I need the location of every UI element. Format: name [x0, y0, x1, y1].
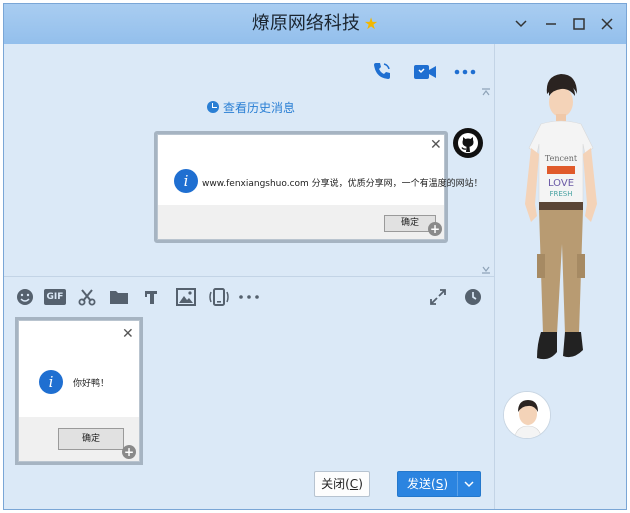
- close-button-label: 关闭(: [321, 477, 350, 491]
- history-link-text: 查看历史消息: [223, 100, 296, 115]
- avatar[interactable]: [453, 128, 483, 158]
- title-bar[interactable]: 燎原网络科技 ★: [4, 4, 626, 44]
- history-link[interactable]: 查看历史消息: [207, 99, 295, 115]
- contact-avatar[interactable]: [503, 391, 551, 439]
- character-figure: Tencent LOVE FRESH: [525, 74, 597, 360]
- close-button[interactable]: 关闭(C): [314, 471, 370, 497]
- minimize-button[interactable]: [542, 15, 560, 33]
- star-icon: ★: [363, 14, 379, 33]
- clock-icon: [207, 101, 219, 113]
- history-clock-icon[interactable]: [463, 287, 483, 307]
- info-icon: i: [174, 169, 198, 193]
- video-call-icon[interactable]: [413, 62, 437, 82]
- dialog-message: www.fenxiangshuo.com 分享说，优质分享网，一个有温度的网站！: [202, 179, 483, 189]
- contact-avatar-image: [504, 392, 550, 438]
- close-window-button[interactable]: [598, 15, 616, 33]
- message-dialog: ✕ i www.fenxiangshuo.com 分享说，优质分享网，一个有温度…: [157, 134, 483, 240]
- expand-icon[interactable]: [428, 287, 448, 307]
- zoom-plus-icon: +: [428, 222, 442, 236]
- emoji-icon[interactable]: [15, 287, 35, 307]
- svg-text:Tencent: Tencent: [545, 154, 578, 163]
- send-button-label: 发送(S): [398, 472, 458, 496]
- window-title-text: 燎原网络科技: [251, 13, 360, 34]
- draft-dialog: ✕ i 你好鸭！ 确定 +: [18, 320, 140, 462]
- chevron-down-icon[interactable]: [512, 15, 530, 33]
- image-icon[interactable]: [175, 287, 197, 307]
- info-icon: i: [39, 370, 63, 394]
- folder-icon[interactable]: [108, 288, 130, 306]
- maximize-button[interactable]: [570, 15, 588, 33]
- phone-icon[interactable]: [371, 60, 393, 82]
- more-icon[interactable]: [453, 66, 477, 78]
- close-button-key: C: [349, 477, 359, 491]
- zoom-plus-icon: +: [122, 445, 136, 459]
- message-input-area[interactable]: GIF ✕ i 你好鸭！ 确定 + 关闭(C) 发送(S): [4, 277, 494, 509]
- send-label-text: 发送(: [407, 477, 436, 491]
- scroll-up-icon[interactable]: [481, 88, 491, 96]
- github-icon: [458, 133, 478, 153]
- send-button[interactable]: 发送(S): [397, 471, 481, 497]
- shake-icon[interactable]: [207, 286, 231, 308]
- svg-text:LOVE: LOVE: [548, 178, 574, 189]
- chevron-down-icon[interactable]: [458, 472, 480, 496]
- font-icon[interactable]: [141, 287, 161, 307]
- send-label-suffix: ): [443, 477, 448, 491]
- more-tools-icon[interactable]: [238, 293, 260, 301]
- close-icon: ✕: [430, 137, 442, 153]
- draft-image[interactable]: ✕ i 你好鸭！ 确定 +: [15, 317, 143, 465]
- scroll-down-icon[interactable]: [481, 266, 491, 274]
- window-title: 燎原网络科技 ★: [4, 4, 626, 44]
- close-button-suffix: ): [358, 477, 363, 491]
- gif-icon[interactable]: GIF: [44, 289, 66, 305]
- contact-show-panel: Tencent LOVE FRESH: [494, 44, 626, 509]
- chat-history-area[interactable]: 查看历史消息 ✕ i www.fenxiangshuo.com 分享说，优质分享…: [4, 44, 494, 276]
- close-icon: ✕: [122, 326, 134, 342]
- scissors-icon[interactable]: [77, 287, 97, 307]
- chat-window: 燎原网络科技 ★ 查看历史消息 ✕ i www.fenxiangshuo.com…: [3, 3, 627, 510]
- svg-text:FRESH: FRESH: [549, 190, 572, 198]
- message-screenshot[interactable]: ✕ i www.fenxiangshuo.com 分享说，优质分享网，一个有温度…: [154, 131, 483, 243]
- gif-icon-label: GIF: [46, 292, 64, 302]
- dialog-ok-button: 确定: [58, 428, 124, 450]
- draft-dialog-message: 你好鸭！: [73, 379, 110, 389]
